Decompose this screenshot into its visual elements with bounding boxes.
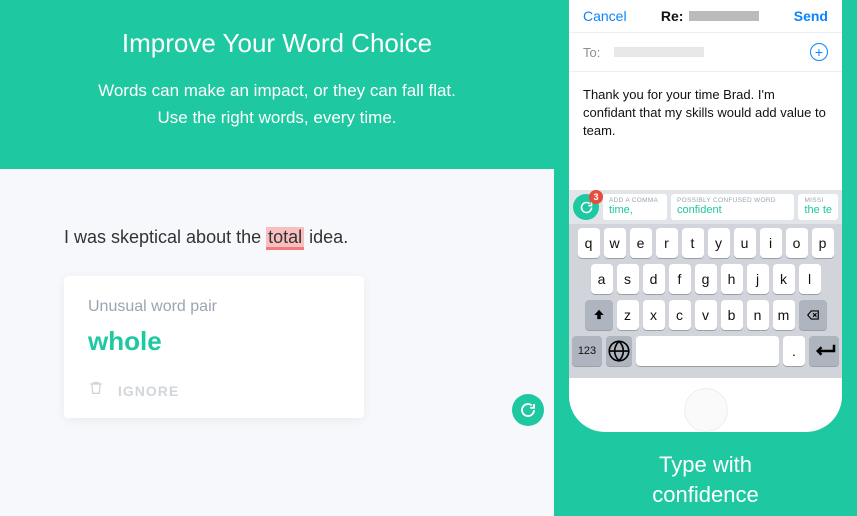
key-a[interactable]: a	[591, 264, 613, 294]
card-actions: IGNORE	[88, 379, 340, 402]
trash-icon[interactable]	[88, 379, 104, 402]
key-n[interactable]: n	[747, 300, 769, 330]
keyboard-row-3: zxcvbnm	[572, 300, 839, 330]
send-button[interactable]: Send	[794, 8, 828, 24]
globe-key[interactable]	[606, 336, 632, 366]
grammarly-fab[interactable]	[512, 394, 544, 426]
ignore-button[interactable]: IGNORE	[118, 383, 179, 399]
key-b[interactable]: b	[721, 300, 743, 330]
right-panel: Cancel Re: Send To: + Thank you for your…	[554, 0, 857, 516]
key-g[interactable]: g	[695, 264, 717, 294]
key-x[interactable]: x	[643, 300, 665, 330]
home-button[interactable]	[684, 388, 728, 432]
key-v[interactable]: v	[695, 300, 717, 330]
promo-header: Improve Your Word Choice Words can make …	[0, 0, 554, 169]
suggestion-chip[interactable]: ADD A COMMA time,	[603, 194, 667, 220]
suggestion-chip[interactable]: POSSIBLY CONFUSED WORD confident	[671, 194, 794, 220]
to-row: To: +	[569, 32, 842, 72]
key-y[interactable]: y	[708, 228, 730, 258]
mail-navbar: Cancel Re: Send	[569, 0, 842, 32]
to-label: To:	[583, 45, 600, 60]
suggestion-bar: 3 ADD A COMMA time, POSSIBLY CONFUSED WO…	[569, 190, 842, 224]
key-o[interactable]: o	[786, 228, 808, 258]
promo-subtitle: Words can make an impact, or they can fa…	[20, 77, 534, 131]
key-w[interactable]: w	[604, 228, 626, 258]
example-area: I was skeptical about the total idea. Un…	[0, 169, 554, 516]
suggestion-word[interactable]: whole	[88, 326, 340, 357]
phone-mockup: Cancel Re: Send To: + Thank you for your…	[569, 0, 842, 432]
backspace-key[interactable]	[799, 300, 827, 330]
key-p[interactable]: p	[812, 228, 834, 258]
key-l[interactable]: l	[799, 264, 821, 294]
return-key[interactable]	[809, 336, 839, 366]
highlighted-word[interactable]: total	[266, 227, 304, 250]
promo-title: Improve Your Word Choice	[20, 28, 534, 59]
error-count-badge: 3	[589, 190, 603, 204]
tagline: Type with confidence	[652, 450, 758, 509]
key-j[interactable]: j	[747, 264, 769, 294]
keyboard-row-1: qwertyuiop	[572, 228, 839, 258]
key-e[interactable]: e	[630, 228, 652, 258]
keyboard-row-2: asdfghjkl	[572, 264, 839, 294]
grammarly-icon[interactable]: 3	[573, 194, 599, 220]
email-body[interactable]: Thank you for your time Brad. I'm confid…	[569, 72, 842, 190]
keyboard: qwertyuiop asdfghjkl zxcvbnm 123 .	[569, 224, 842, 378]
period-key[interactable]: .	[783, 336, 805, 366]
suggestion-card: Unusual word pair whole IGNORE	[64, 276, 364, 418]
shift-key[interactable]	[585, 300, 613, 330]
key-k[interactable]: k	[773, 264, 795, 294]
redacted-subject	[689, 11, 759, 21]
key-s[interactable]: s	[617, 264, 639, 294]
key-t[interactable]: t	[682, 228, 704, 258]
example-sentence: I was skeptical about the total idea.	[64, 227, 490, 248]
space-key[interactable]	[636, 336, 779, 366]
left-panel: Improve Your Word Choice Words can make …	[0, 0, 554, 516]
key-d[interactable]: d	[643, 264, 665, 294]
keyboard-row-4: 123 .	[572, 336, 839, 366]
suggestion-chip[interactable]: MISSI the te	[798, 194, 838, 220]
key-z[interactable]: z	[617, 300, 639, 330]
key-m[interactable]: m	[773, 300, 795, 330]
key-h[interactable]: h	[721, 264, 743, 294]
mail-title: Re:	[661, 8, 760, 24]
redacted-recipient	[614, 47, 704, 57]
key-r[interactable]: r	[656, 228, 678, 258]
card-title: Unusual word pair	[88, 298, 340, 316]
add-recipient-icon[interactable]: +	[810, 43, 828, 61]
key-q[interactable]: q	[578, 228, 600, 258]
numbers-key[interactable]: 123	[572, 336, 602, 366]
cancel-button[interactable]: Cancel	[583, 8, 627, 24]
key-u[interactable]: u	[734, 228, 756, 258]
key-i[interactable]: i	[760, 228, 782, 258]
key-f[interactable]: f	[669, 264, 691, 294]
key-c[interactable]: c	[669, 300, 691, 330]
